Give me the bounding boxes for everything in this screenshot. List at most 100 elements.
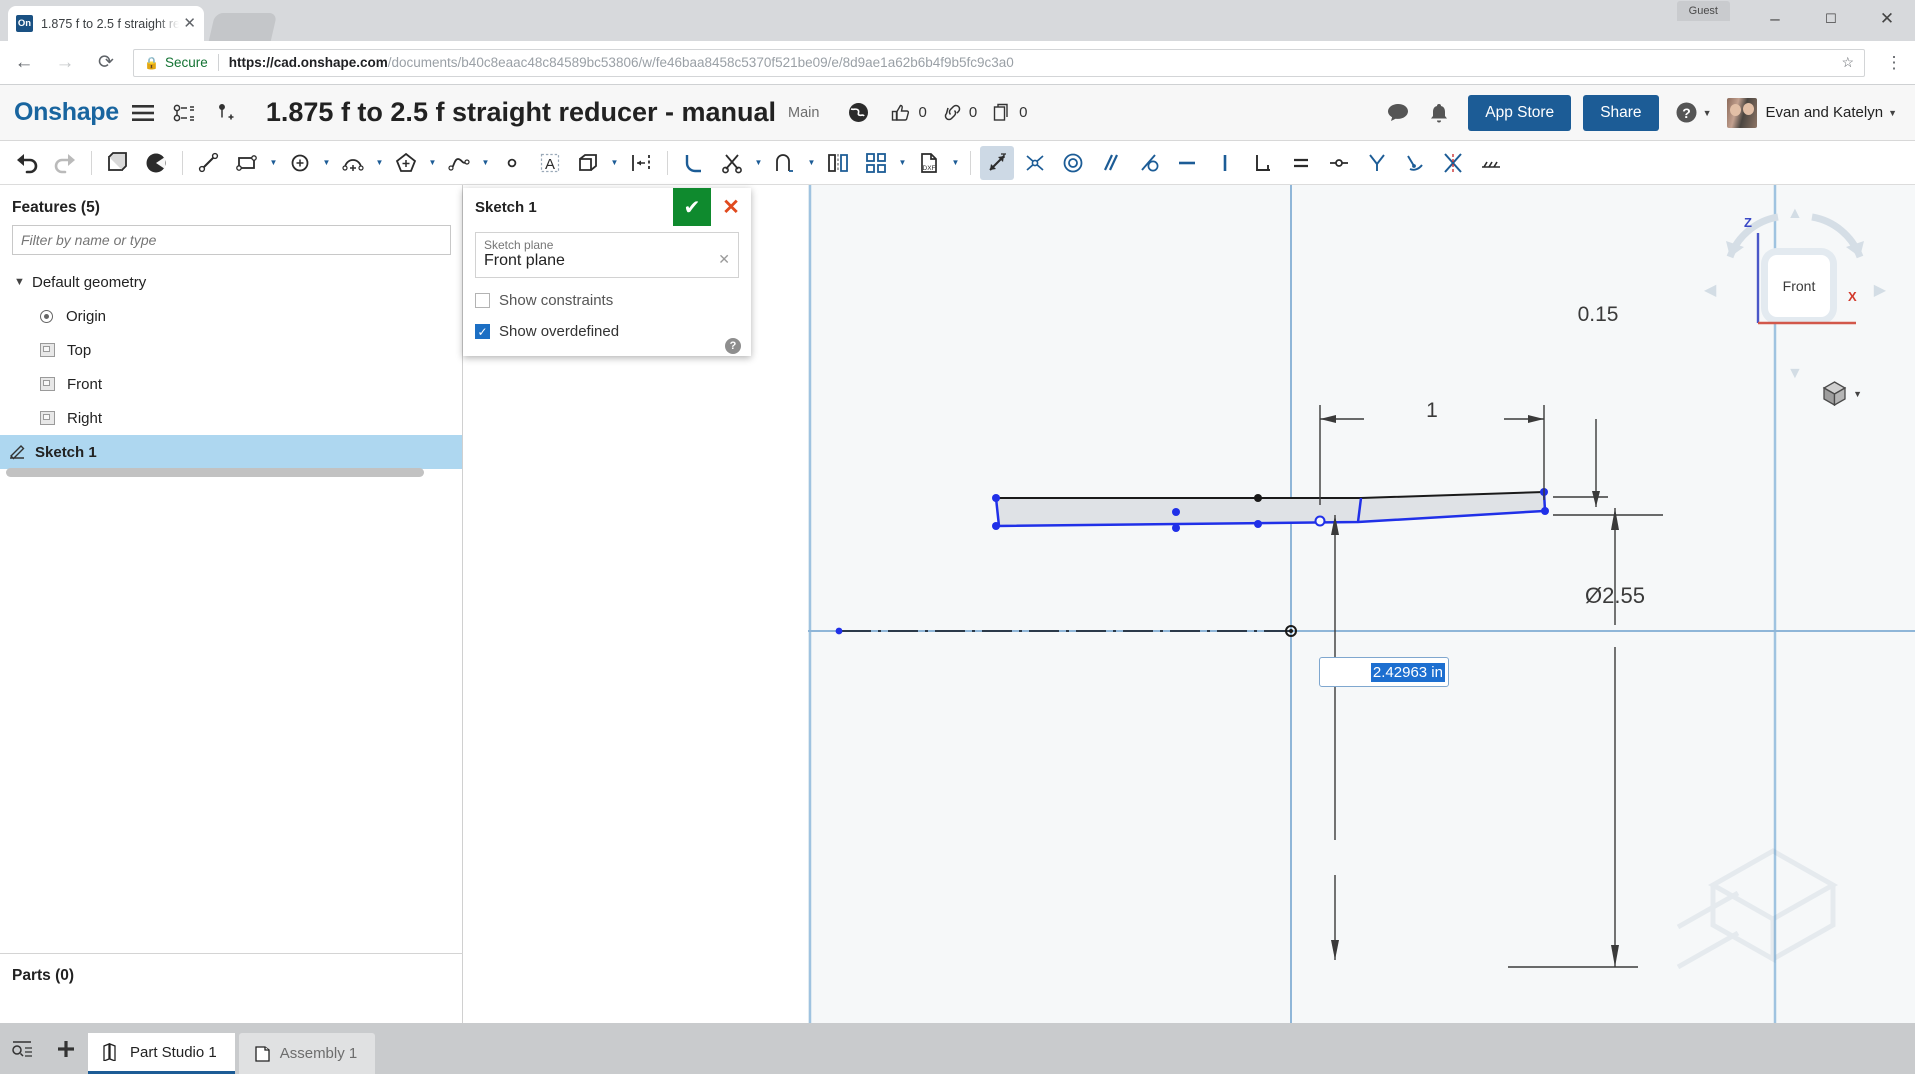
- trim-tool-icon[interactable]: [715, 146, 749, 180]
- feature-filter-box[interactable]: [12, 225, 451, 255]
- tab-close-icon[interactable]: ✕: [183, 16, 196, 31]
- links-counter[interactable]: 0: [943, 103, 977, 122]
- forward-icon[interactable]: →: [48, 46, 82, 80]
- help-icon[interactable]: ?: [725, 338, 741, 354]
- add-feature-icon[interactable]: [208, 96, 242, 130]
- text-tool-icon[interactable]: A: [533, 146, 567, 180]
- dimension-tool-icon[interactable]: [980, 145, 1014, 180]
- branch-label[interactable]: Main: [788, 105, 819, 121]
- construction-mode-icon[interactable]: [1474, 146, 1508, 180]
- window-minimize-button[interactable]: –: [1747, 0, 1803, 38]
- point-tool-icon[interactable]: [495, 146, 529, 180]
- add-tab-icon[interactable]: [44, 1023, 88, 1074]
- pattern-tool-dropdown-chevron-icon[interactable]: ▼: [895, 146, 910, 180]
- extrude-icon[interactable]: [139, 146, 173, 180]
- extend-tool-dropdown-chevron-icon[interactable]: ▼: [804, 146, 819, 180]
- line-tool-icon[interactable]: [192, 146, 226, 180]
- symmetric-constraint-icon[interactable]: [1360, 146, 1394, 180]
- circle-tool-icon[interactable]: [283, 146, 317, 180]
- coincident-constraint-icon[interactable]: [1018, 146, 1052, 180]
- arc-tool-dropdown-chevron-icon[interactable]: ▼: [372, 146, 387, 180]
- fillet-tool-icon[interactable]: [677, 146, 711, 180]
- user-name-label[interactable]: Evan and Katelyn: [1765, 104, 1883, 121]
- parallel-constraint-icon[interactable]: [1094, 146, 1128, 180]
- chevron-down-icon[interactable]: ▼: [14, 276, 32, 288]
- cancel-button[interactable]: ✕: [711, 188, 751, 226]
- hamburger-menu-icon[interactable]: [126, 96, 160, 130]
- copies-counter[interactable]: 0: [993, 103, 1028, 122]
- show-overdefined-row[interactable]: ✓ Show overdefined: [475, 323, 739, 340]
- sketch-plane-field[interactable]: Sketch plane Front plane ✕: [475, 232, 739, 278]
- mirror-tool-icon[interactable]: [821, 146, 855, 180]
- trim-tool-dropdown-chevron-icon[interactable]: ▼: [751, 146, 766, 180]
- tree-item-right[interactable]: Right: [0, 401, 462, 435]
- comment-icon[interactable]: [1381, 96, 1415, 130]
- show-constraints-checkbox[interactable]: [475, 293, 490, 308]
- pattern-tool-icon[interactable]: [859, 146, 893, 180]
- use-projection-dropdown-chevron-icon[interactable]: ▼: [607, 146, 622, 180]
- graphics-viewport[interactable]: 1 0.15 Ø2.55 2.42963 in ▲ ▼ ◀ ▶ Front Z …: [808, 185, 1915, 1023]
- polygon-tool-icon[interactable]: [389, 146, 423, 180]
- rectangle-tool-dropdown-chevron-icon[interactable]: ▼: [266, 146, 281, 180]
- view-down-arrow-icon[interactable]: ▼: [1787, 365, 1803, 383]
- document-tab-part-studio-1[interactable]: Part Studio 1: [88, 1033, 235, 1074]
- reload-icon[interactable]: ⟳: [89, 46, 123, 80]
- avatar[interactable]: [1727, 97, 1758, 128]
- chevron-down-icon[interactable]: ▼: [1853, 389, 1862, 399]
- onshape-logo[interactable]: Onshape: [14, 98, 119, 127]
- new-tab-button[interactable]: [208, 13, 278, 41]
- likes-counter[interactable]: 0: [891, 103, 927, 122]
- globe-icon[interactable]: [841, 96, 875, 130]
- redo-icon[interactable]: [48, 146, 82, 180]
- midpoint-constraint-icon[interactable]: [1322, 146, 1356, 180]
- show-overdefined-checkbox[interactable]: ✓: [475, 324, 490, 339]
- rectangle-tool-icon[interactable]: [230, 146, 264, 180]
- help-menu[interactable]: ? ▼: [1675, 101, 1711, 124]
- version-graph-icon[interactable]: [167, 96, 201, 130]
- view-cube[interactable]: ▲ ▼ ◀ ▶ Front Z X ▼: [1700, 197, 1890, 407]
- import-dxf-dropdown-chevron-icon[interactable]: ▼: [948, 146, 963, 180]
- back-icon[interactable]: ←: [7, 46, 41, 80]
- tab-list-icon[interactable]: [0, 1023, 44, 1074]
- app-store-button[interactable]: App Store: [1468, 94, 1572, 131]
- arc-tool-icon[interactable]: [336, 146, 370, 180]
- tree-item-top[interactable]: Top: [0, 333, 462, 367]
- guest-profile-pill[interactable]: Guest: [1676, 1, 1730, 21]
- address-bar[interactable]: 🔒 Secure https://cad.onshape.com/documen…: [133, 48, 1865, 77]
- tangent-constraint-icon[interactable]: [1132, 146, 1166, 180]
- use-projection-icon[interactable]: [571, 146, 605, 180]
- spline-tool-dropdown-chevron-icon[interactable]: ▼: [478, 146, 493, 180]
- window-close-button[interactable]: ✕: [1859, 0, 1915, 38]
- dimension-input-value[interactable]: 2.42963 in: [1370, 662, 1445, 682]
- user-menu-chevron-icon[interactable]: ▼: [1888, 108, 1897, 118]
- tree-item-front[interactable]: Front: [0, 367, 462, 401]
- perpendicular-constraint-icon[interactable]: [1246, 146, 1280, 180]
- curvature-constraint-icon[interactable]: [1398, 146, 1432, 180]
- bookmark-star-icon[interactable]: ☆: [1841, 54, 1854, 71]
- notification-bell-icon[interactable]: [1422, 96, 1456, 130]
- tree-horizontal-scrollbar[interactable]: [6, 468, 424, 477]
- accept-button[interactable]: ✔: [673, 188, 711, 226]
- feature-filter-input[interactable]: [21, 232, 442, 248]
- undo-icon[interactable]: [10, 146, 44, 180]
- concentric-constraint-icon[interactable]: [1056, 146, 1090, 180]
- document-title[interactable]: 1.875 f to 2.5 f straight reducer - manu…: [266, 97, 776, 128]
- equal-constraint-icon[interactable]: [1284, 146, 1318, 180]
- show-constraints-row[interactable]: Show constraints: [475, 292, 739, 309]
- share-button[interactable]: Share: [1583, 94, 1659, 131]
- offset-tool-icon[interactable]: [624, 146, 658, 180]
- tree-item-sketch-1[interactable]: Sketch 1: [0, 435, 462, 469]
- tree-item-origin[interactable]: Origin: [0, 299, 462, 333]
- view-left-arrow-icon[interactable]: ◀: [1704, 280, 1716, 300]
- circle-tool-dropdown-chevron-icon[interactable]: ▼: [319, 146, 334, 180]
- browser-tab[interactable]: On 1.875 f to 2.5 f straight re ✕: [8, 6, 204, 41]
- extend-tool-icon[interactable]: [768, 146, 802, 180]
- chrome-menu-icon[interactable]: ⋮: [1879, 53, 1909, 73]
- window-maximize-button[interactable]: ☐: [1803, 0, 1859, 38]
- tree-group-default-geometry[interactable]: ▼ Default geometry: [0, 265, 462, 299]
- horizontal-constraint-icon[interactable]: [1170, 146, 1204, 180]
- document-tab-assembly-1[interactable]: Assembly 1: [238, 1033, 376, 1074]
- import-dxf-icon[interactable]: DXF: [912, 146, 946, 180]
- vertical-constraint-icon[interactable]: [1208, 146, 1242, 180]
- normal-constraint-icon[interactable]: [1436, 146, 1470, 180]
